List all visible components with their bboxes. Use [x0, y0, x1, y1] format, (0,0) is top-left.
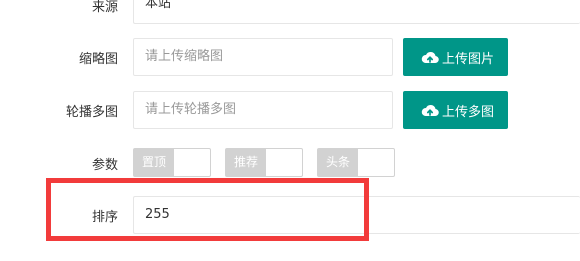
thumbnail-label: 缩略图 [78, 52, 118, 67]
thumbnail-placeholder: 请上传缩略图 [145, 49, 224, 64]
carousel-input[interactable]: 请上传轮播多图 [133, 91, 393, 129]
params-label: 参数 [91, 158, 118, 173]
carousel-row: 轮播多图 请上传轮播多图 上传多图 [0, 91, 580, 129]
source-label: 来源 [91, 0, 118, 15]
thumbnail-row: 缩略图 请上传缩略图 上传图片 [0, 38, 580, 76]
upload-image-label: 上传图片 [442, 51, 495, 67]
switch-top[interactable]: 置顶 [133, 148, 211, 177]
params-row: 参数 置顶 推荐 头条 [0, 148, 580, 177]
source-value: 本站 [145, 0, 172, 11]
upload-multi-label: 上传多图 [442, 104, 495, 120]
cloud-upload-icon [421, 50, 442, 64]
upload-image-button[interactable]: 上传图片 [403, 38, 509, 76]
upload-multi-button[interactable]: 上传多图 [403, 91, 509, 129]
switch-recommend[interactable]: 推荐 [225, 148, 303, 177]
source-field[interactable]: 本站 [133, 0, 580, 24]
highlight-box [46, 178, 369, 241]
carousel-label: 轮播多图 [65, 105, 118, 120]
switch-headline[interactable]: 头条 [317, 148, 395, 177]
cloud-upload-icon [421, 103, 442, 117]
thumbnail-input[interactable]: 请上传缩略图 [133, 38, 393, 76]
source-row: 来源 本站 [0, 0, 580, 24]
switch-top-label: 置顶 [134, 149, 175, 176]
switch-headline-label: 头条 [318, 149, 359, 176]
carousel-placeholder: 请上传轮播多图 [145, 102, 237, 117]
switch-recommend-label: 推荐 [226, 149, 267, 176]
